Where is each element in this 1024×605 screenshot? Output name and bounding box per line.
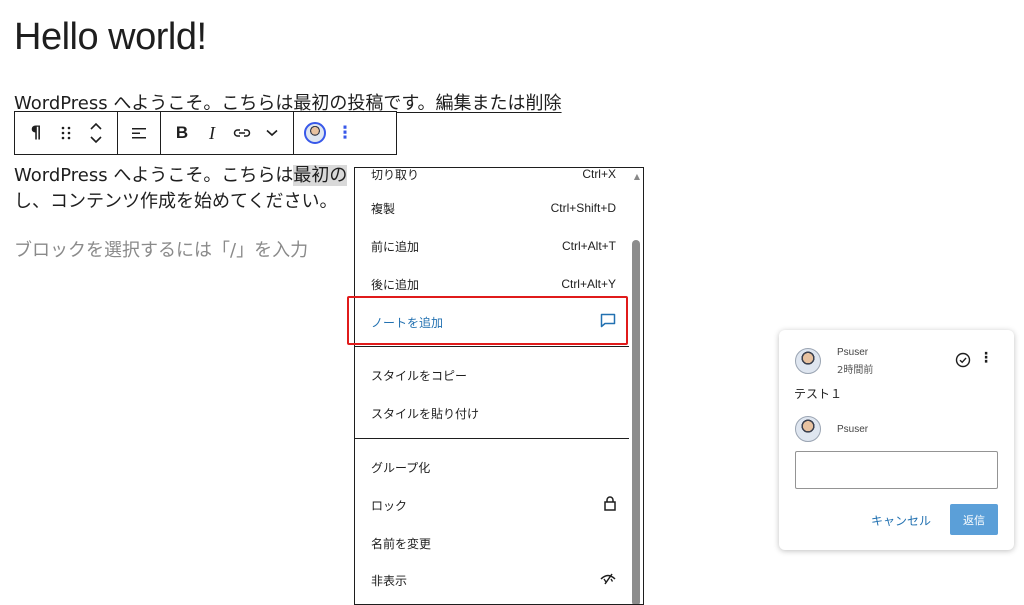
menu-item-label: ノートを追加 [371, 315, 444, 330]
note-author: Psuser [837, 347, 869, 358]
paragraph-text: WordPress へようこそ。こちらは [14, 165, 294, 186]
menu-item-label: スタイルをコピー [371, 368, 468, 383]
block-options-menu: 切り取り Ctrl+X 複製 Ctrl+Shift+D 前に追加 Ctrl+Al… [354, 167, 644, 605]
menu-item-label: 非表示 [371, 573, 408, 588]
comment-icon [600, 313, 616, 331]
note-text: テスト１ [794, 387, 843, 401]
menu-scrollbar[interactable]: ▲ [629, 168, 643, 604]
menu-item-label: ロック [371, 498, 408, 513]
menu-item-insert-before[interactable]: 前に追加 Ctrl+Alt+T [371, 234, 616, 258]
menu-item-label: 複製 [371, 201, 396, 216]
reply-input[interactable] [795, 451, 998, 489]
menu-item-shortcut: Ctrl+Alt+Y [561, 277, 616, 291]
format-group: B I [161, 112, 294, 154]
note-actions-kebab-icon[interactable]: ⋮ [979, 350, 993, 366]
menu-item-insert-after[interactable]: 後に追加 Ctrl+Alt+Y [371, 272, 616, 296]
lock-icon [604, 496, 616, 514]
scroll-thumb[interactable] [632, 240, 640, 604]
note-timestamp: 2時間前 [837, 365, 874, 376]
menu-item-lock[interactable]: ロック [371, 493, 616, 517]
menu-item-label: スタイルを貼り付け [371, 406, 480, 421]
menu-item-hide[interactable]: 非表示 [371, 568, 616, 592]
reply-author-avatar [795, 416, 821, 442]
block-type-group: ¶ [15, 112, 118, 154]
menu-item-paste-styles[interactable]: スタイルを貼り付け [371, 401, 616, 425]
menu-item-label: グループ化 [371, 460, 431, 475]
cancel-button[interactable]: キャンセル [871, 512, 931, 529]
menu-item-add-note[interactable]: ノートを追加 [371, 310, 616, 334]
author-avatar [795, 348, 821, 374]
menu-item-shortcut: Ctrl+Alt+T [561, 239, 616, 253]
italic-button[interactable]: I [197, 115, 227, 151]
menu-item-cut[interactable]: 切り取り Ctrl+X [371, 167, 616, 186]
menu-item-label: 名前を変更 [371, 536, 432, 551]
options-kebab-icon[interactable]: ⋮ [330, 115, 360, 151]
paragraph-selected-text: 最初の [293, 165, 348, 186]
note-avatar-button[interactable] [300, 115, 330, 151]
menu-item-group[interactable]: グループ化 [371, 455, 616, 479]
paragraph-icon[interactable]: ¶ [21, 115, 51, 151]
drag-handle-icon[interactable] [51, 115, 81, 151]
block-placeholder[interactable]: ブロックを選択するには「/」を入力 [14, 236, 308, 262]
align-left-icon[interactable] [124, 115, 154, 151]
menu-item-rename[interactable]: 名前を変更 [371, 531, 616, 555]
menu-item-shortcut: Ctrl+X [582, 167, 616, 181]
reply-button[interactable]: 返信 [950, 504, 998, 535]
link-icon[interactable] [227, 115, 257, 151]
menu-item-duplicate[interactable]: 複製 Ctrl+Shift+D [371, 196, 616, 220]
hidden-eye-icon [600, 573, 616, 588]
move-up-down-icon[interactable] [81, 115, 111, 151]
paragraph-line-2[interactable]: し、コンテンツ作成を始めてください。 [14, 190, 337, 214]
bold-button[interactable]: B [167, 115, 197, 151]
menu-item-shortcut: Ctrl+Shift+D [550, 201, 616, 215]
block-toolbar: ¶ B I ⋮ [14, 111, 397, 155]
menu-item-label: 切り取り [371, 167, 420, 182]
reply-author: Psuser [837, 424, 869, 435]
align-group [118, 112, 161, 154]
menu-item-label: 前に追加 [371, 239, 420, 254]
resolve-check-icon[interactable] [955, 352, 971, 368]
menu-item-copy-styles[interactable]: スタイルをコピー [371, 363, 616, 387]
note-card: Psuser 2時間前 ⋮ テスト１ Psuser キャンセル 返信 [779, 330, 1014, 550]
options-group: ⋮ [294, 112, 366, 154]
menu-divider [355, 346, 630, 347]
menu-divider [355, 438, 630, 439]
post-title[interactable]: Hello world! [14, 16, 207, 59]
menu-item-label: 後に追加 [371, 277, 420, 292]
paragraph-line-1[interactable]: WordPress へようこそ。こちらは最初の [14, 164, 348, 188]
avatar [304, 122, 326, 144]
more-rich-text-chevron-icon[interactable] [257, 115, 287, 151]
scroll-up-arrow-icon[interactable]: ▲ [634, 172, 640, 181]
